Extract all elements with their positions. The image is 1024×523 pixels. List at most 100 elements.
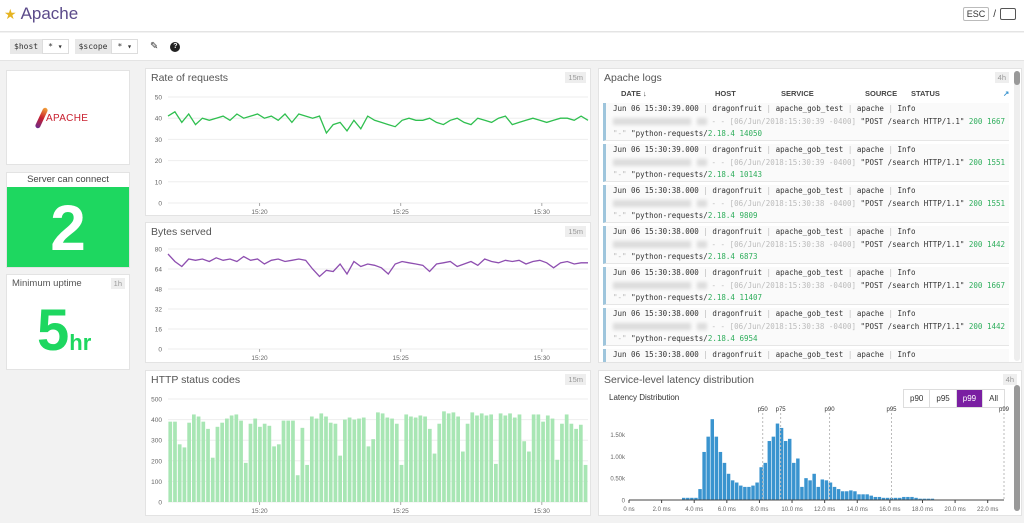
log-user-agent: "python-requests/	[631, 252, 708, 261]
log-entry[interactable]: Jun 06 15:30:38.000 | dragonfruit | apac…	[603, 308, 1009, 346]
log-bytes: 6954	[739, 334, 758, 343]
histogram-bar	[734, 482, 739, 500]
y-tick-label: 80	[155, 247, 163, 254]
log-entry[interactable]: Jun 06 15:30:38.000 | dragonfruit | apac…	[603, 267, 1009, 305]
histogram-bar	[832, 486, 837, 500]
bar	[314, 418, 319, 502]
histogram-bar	[767, 441, 772, 500]
histogram-bar	[710, 419, 714, 500]
bar	[470, 412, 475, 502]
log-host: dragonfruit	[712, 227, 763, 236]
log-host: dragonfruit	[712, 309, 763, 318]
histogram-bar	[849, 490, 853, 500]
log-entry[interactable]: Jun 06 15:30:38.000 | dragonfruit | apac…	[603, 349, 1009, 362]
scope-variable[interactable]: $scope * ▾	[74, 39, 138, 54]
histogram-bar	[796, 458, 800, 500]
bar	[465, 423, 470, 502]
latency-chart: 0 0.50k 1.00k 1.50k p50 p75 p90 p95 p99 0 ns 2.0 m…	[610, 407, 1009, 513]
histogram-bar	[783, 441, 788, 500]
bar	[446, 413, 451, 502]
log-user-agent: "python-requests/	[631, 293, 708, 302]
col-date[interactable]: DATE ↓	[621, 89, 647, 98]
histogram-bar	[804, 478, 808, 500]
host-select[interactable]: * ▾	[42, 39, 69, 54]
bar	[555, 459, 560, 502]
log-entry[interactable]: Jun 06 15:30:39.000 | dragonfruit | apac…	[603, 144, 1009, 182]
log-service: apache_gob_test	[775, 186, 844, 195]
logs-scrollbar[interactable]	[1014, 71, 1020, 361]
redacted-ip	[613, 118, 691, 125]
col-source[interactable]: SOURCE	[865, 89, 897, 98]
log-entry[interactable]: Jun 06 15:30:39.000 | dragonfruit | apac…	[603, 103, 1009, 141]
dashboard-title: ★ Apache	[4, 4, 78, 24]
x-tick-label: 18.0 ms	[912, 507, 933, 513]
percentile-label: p90	[825, 407, 836, 413]
logo-text: APACHE	[46, 112, 89, 124]
bar	[512, 417, 517, 502]
log-referrer: "-"	[613, 334, 627, 343]
apache-logs-panel: Apache logs 4h DATE ↓ HOST SERVICE SOURC…	[598, 68, 1022, 363]
histogram-bar	[845, 491, 849, 500]
histogram-bar	[840, 491, 845, 500]
x-tick-label: 12.0 ms	[814, 507, 835, 513]
x-tick-label: 15:30	[534, 355, 551, 362]
redacted-ip	[613, 323, 691, 330]
log-size: 1551	[986, 157, 1006, 167]
log-service: apache_gob_test	[775, 268, 844, 277]
log-timestamp: [06/Jun/2018:15:30:38 -0400]	[729, 239, 857, 249]
log-version: 2.18.4	[707, 293, 735, 302]
histogram-bar	[751, 485, 755, 500]
bytes-chart: 0 16 32 48 64 80 15:20 15:25 15:30	[155, 247, 588, 362]
bar	[206, 428, 210, 502]
histogram-bar	[853, 491, 857, 500]
y-tick-label: 200	[151, 458, 162, 465]
x-tick-label: 15:25	[393, 508, 410, 515]
bar	[319, 413, 324, 502]
bar	[300, 427, 305, 502]
x-tick-label: 15:20	[251, 209, 268, 216]
latency-scrollbar[interactable]	[1014, 385, 1020, 511]
log-code: 200	[968, 116, 983, 126]
esc-button[interactable]: ESC	[962, 7, 990, 21]
log-bytes: 14050	[739, 129, 763, 138]
bar	[371, 439, 376, 502]
series-line	[167, 253, 588, 278]
scope-select[interactable]: * ▾	[111, 39, 138, 54]
log-entry[interactable]: Jun 06 15:30:38.000 | dragonfruit | apac…	[603, 226, 1009, 264]
histogram-bar	[861, 494, 865, 500]
y-tick-label: 0.50k	[610, 477, 626, 483]
log-service: apache_gob_test	[775, 309, 844, 318]
pencil-icon[interactable]: ✎	[150, 41, 158, 52]
col-host[interactable]: HOST	[715, 89, 736, 98]
open-external-icon[interactable]: ↗	[1003, 89, 1009, 98]
col-service[interactable]: SERVICE	[781, 89, 814, 98]
host-variable[interactable]: $host * ▾	[10, 39, 69, 54]
bar	[484, 415, 489, 502]
separator: /	[993, 8, 996, 20]
log-entry[interactable]: Jun 06 15:30:38.000 | dragonfruit | apac…	[603, 185, 1009, 223]
y-tick-label: 1.00k	[610, 455, 626, 461]
log-size: 1442	[986, 239, 1006, 249]
col-status[interactable]: STATUS	[911, 89, 940, 98]
help-icon[interactable]: ?	[170, 41, 181, 52]
histogram-bar	[718, 451, 723, 500]
apache-logo-panel: APACHE	[6, 70, 130, 165]
log-status: Info	[897, 309, 916, 318]
series-line	[167, 110, 589, 135]
bar	[286, 420, 291, 502]
server-connect-panel: Server can connect 2	[6, 172, 130, 268]
log-version: 2.18.4	[707, 252, 735, 261]
bar	[451, 412, 456, 502]
star-icon[interactable]: ★	[4, 6, 17, 23]
log-timestamp: [06/Jun/2018:15:30:39 -0400]	[729, 116, 857, 126]
log-version: 2.18.4	[707, 170, 735, 179]
histogram-bar	[722, 462, 727, 500]
bar	[267, 425, 272, 502]
bar	[352, 419, 357, 502]
bar	[427, 428, 432, 502]
bar	[583, 464, 588, 502]
histogram-bar	[812, 473, 816, 500]
bar	[276, 444, 281, 502]
tv-mode-icon[interactable]	[1000, 8, 1016, 20]
x-tick-label: 15:25	[393, 209, 410, 216]
